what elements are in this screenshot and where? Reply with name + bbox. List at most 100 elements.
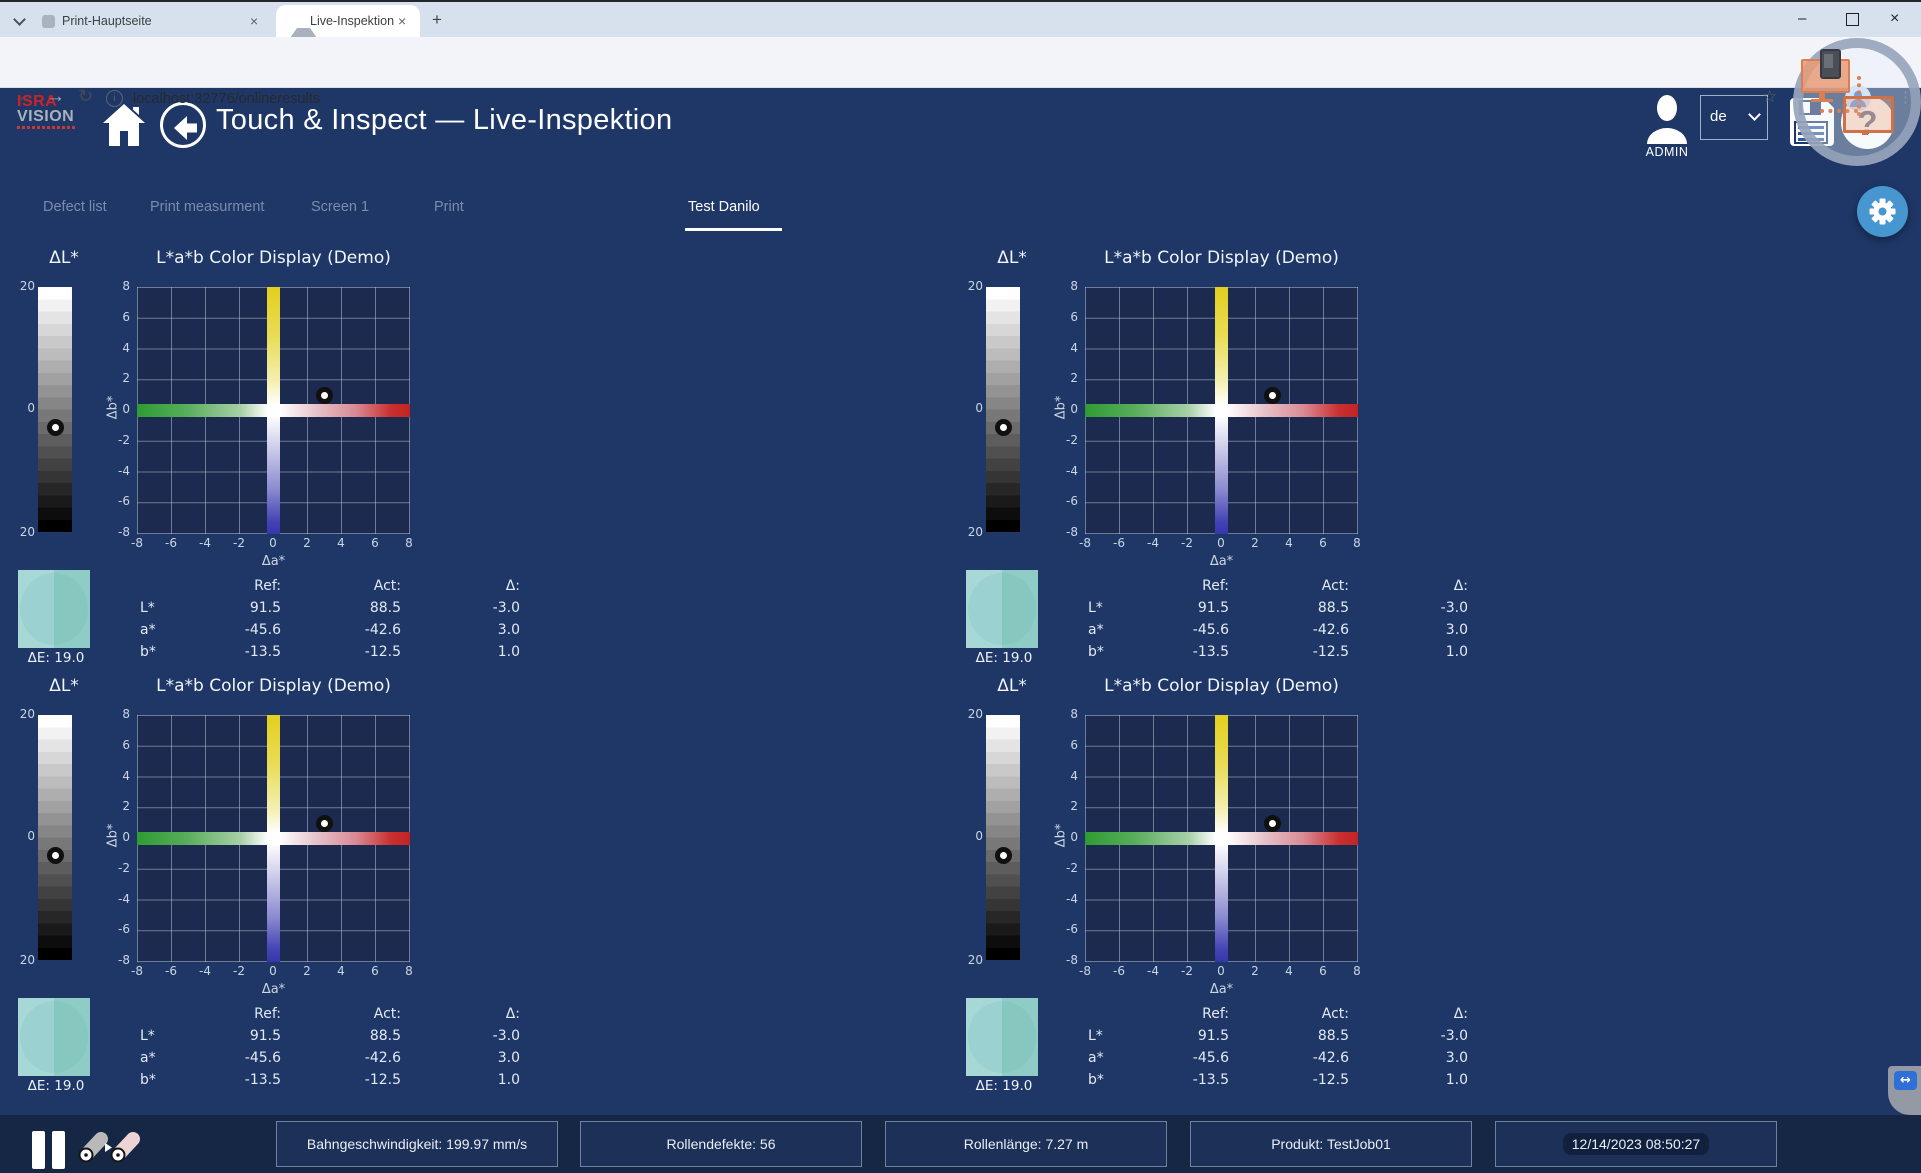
lab-plot [137, 287, 410, 534]
language-value: de [1710, 108, 1727, 125]
lab-panel: ΔL* L*a*b Color Display (Demo) 20 0 20 Δ… [966, 676, 1526, 1096]
x-tick: 2 [293, 964, 321, 978]
left-right-arrows-icon: ↔ [1894, 1071, 1917, 1090]
x-tick: 6 [361, 536, 389, 550]
language-select[interactable]: de [1700, 95, 1768, 140]
y-tick: -4 [106, 464, 130, 478]
dl-axis-mid-label: 0 [966, 829, 983, 843]
x-tick: 0 [259, 964, 287, 978]
y-tick: 2 [1054, 371, 1078, 385]
browser-tabstrip: Print-Hauptseite × Live-Inspektion × + –… [0, 2, 1921, 37]
bookmark-star-icon[interactable]: ☆ [1762, 87, 1777, 107]
x-tick: -4 [191, 536, 219, 550]
new-tab-button[interactable]: + [432, 10, 442, 30]
x-tick: 4 [327, 964, 355, 978]
browser-tab-live-inspektion[interactable]: Live-Inspektion × [276, 5, 420, 37]
back-arrow-icon[interactable] [160, 102, 206, 148]
settings-gear-button[interactable] [1857, 186, 1908, 237]
lab-plot [1085, 287, 1358, 534]
y-tick: 6 [1054, 738, 1078, 752]
dl-axis-bottom-label: 20 [966, 953, 983, 967]
back-icon[interactable]: ← [16, 86, 35, 108]
gear-icon [1857, 186, 1908, 237]
chart-title: L*a*b Color Display (Demo) [1085, 676, 1358, 696]
color-swatch [18, 570, 90, 648]
swatch-circle [968, 1001, 1036, 1073]
user-avatar-icon [1641, 94, 1693, 144]
delta-l-bar [986, 287, 1020, 532]
x-tick: -6 [1105, 536, 1133, 550]
lab-point [1264, 387, 1281, 404]
delta-e-label: ΔE: 19.0 [18, 1078, 94, 1094]
active-tab-underline [685, 228, 782, 231]
site-info-icon[interactable]: i [106, 90, 123, 107]
x-tick: 4 [1275, 964, 1303, 978]
chart-title: L*a*b Color Display (Demo) [137, 676, 410, 696]
y-tick: -2 [1054, 861, 1078, 875]
delta-l-title: ΔL* [980, 676, 1044, 696]
forward-icon[interactable]: → [46, 86, 65, 108]
x-axis-label: Δa* [1085, 554, 1358, 569]
nav-tab-print-measurment[interactable]: Print measurment [150, 199, 264, 215]
x-tick: 6 [1309, 964, 1337, 978]
dl-axis-top-label: 20 [966, 707, 983, 721]
a-axis-color-band [137, 832, 410, 845]
tab-favicon [42, 15, 55, 28]
user-button[interactable]: ADMIN [1641, 94, 1693, 159]
x-tick: 8 [395, 964, 423, 978]
nav-tab-test-danilo[interactable]: Test Danilo [688, 199, 760, 215]
x-tick: 8 [395, 536, 423, 550]
window-maximize-button[interactable] [1846, 13, 1859, 26]
lab-point [316, 815, 333, 832]
x-tick: -2 [1173, 964, 1201, 978]
y-tick: 8 [106, 707, 130, 721]
y-tick: 2 [1054, 799, 1078, 813]
color-swatch [966, 570, 1038, 648]
reload-icon[interactable]: ↻ [78, 86, 93, 107]
y-tick: -4 [1054, 464, 1078, 478]
tab-close-icon[interactable]: × [398, 13, 406, 29]
x-tick: 2 [1241, 964, 1269, 978]
delta-e-label: ΔE: 19.0 [18, 650, 94, 666]
chart-title: L*a*b Color Display (Demo) [1085, 248, 1358, 268]
chevron-down-icon [1748, 108, 1761, 121]
product-box: Produkt: TestJob01 [1190, 1121, 1472, 1167]
x-tick: 0 [1207, 536, 1235, 550]
window-close-button[interactable]: × [1890, 10, 1899, 28]
y-tick: 4 [106, 769, 130, 783]
x-tick: -8 [1071, 536, 1099, 550]
x-tick: -2 [225, 964, 253, 978]
lab-plot [137, 715, 410, 962]
swatch-circle [20, 1001, 88, 1073]
x-tick: -2 [1173, 536, 1201, 550]
roll-change-icon[interactable] [74, 1128, 140, 1166]
lab-plot [1085, 715, 1358, 962]
a-axis-color-band [137, 404, 410, 417]
address-bar[interactable]: localhost:32776/onlineresults [133, 91, 320, 107]
x-tick: -4 [1139, 536, 1167, 550]
y-tick: -4 [1054, 892, 1078, 906]
dl-axis-mid-label: 0 [18, 829, 35, 843]
pause-icon[interactable] [32, 1131, 66, 1169]
nav-tab-screen-1[interactable]: Screen 1 [311, 199, 369, 215]
user-name: ADMIN [1641, 145, 1693, 159]
x-tick: -6 [1105, 964, 1133, 978]
browser-tab-print-hauptseite[interactable]: Print-Hauptseite × [30, 5, 266, 37]
a-axis-color-band [1085, 832, 1358, 845]
y-tick: -6 [1054, 494, 1078, 508]
nav-tab-defect-list[interactable]: Defect list [43, 199, 107, 215]
x-tick: 8 [1343, 536, 1371, 550]
remote-panel-handle[interactable]: ↔ [1888, 1066, 1921, 1115]
color-swatch [966, 998, 1038, 1076]
lab-point [316, 387, 333, 404]
home-icon[interactable] [100, 100, 148, 150]
chart-title: L*a*b Color Display (Demo) [137, 248, 410, 268]
delta-l-title: ΔL* [32, 248, 96, 268]
nav-tab-print[interactable]: Print [434, 199, 464, 215]
window-minimize-button[interactable]: – [1798, 10, 1805, 27]
logo-line2: VISION [17, 109, 75, 124]
tab-search-chevron-icon[interactable] [10, 11, 30, 31]
tab-close-icon[interactable]: × [250, 13, 258, 29]
dl-marker [995, 847, 1012, 864]
delta-l-title: ΔL* [980, 248, 1044, 268]
